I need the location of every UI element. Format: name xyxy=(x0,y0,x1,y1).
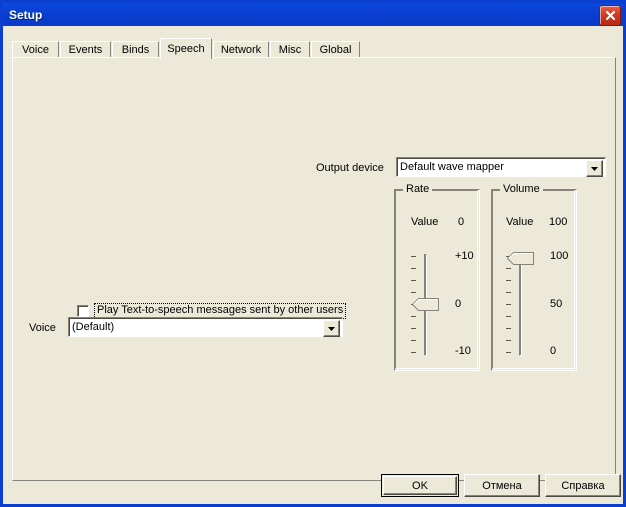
voice-combobox[interactable]: (Default) xyxy=(68,317,343,337)
tab-page-speech: Output device Default wave mapper Play T… xyxy=(12,57,616,481)
rate-group-title: Rate xyxy=(403,183,433,195)
volume-value: 100 xyxy=(549,216,568,228)
rate-groupbox: Rate Value 0 +10 0 -10 xyxy=(394,183,480,371)
tab-network[interactable]: Network xyxy=(213,41,269,58)
help-button-label: Справка xyxy=(561,479,605,492)
volume-slider-ticks xyxy=(506,254,513,356)
rate-value: 0 xyxy=(458,216,465,228)
tab-voice[interactable]: Voice xyxy=(12,41,59,58)
window-title: Setup xyxy=(9,7,43,22)
ok-button-inner: OK xyxy=(383,476,457,495)
ok-button-label: OK xyxy=(412,479,428,492)
volume-slider-track[interactable] xyxy=(519,254,522,356)
output-device-label: Output device xyxy=(316,162,384,174)
tab-binds[interactable]: Binds xyxy=(112,41,159,58)
tab-speech[interactable]: Speech xyxy=(160,38,212,59)
title-bar[interactable]: Setup xyxy=(3,3,623,26)
play-tts-checkbox[interactable] xyxy=(77,305,89,317)
tab-label: Misc xyxy=(278,44,302,56)
tab-label: Global xyxy=(319,44,352,56)
tab-strip: Voice Events Binds Speech Network Misc G… xyxy=(12,38,616,59)
volume-scale-mid: 50 xyxy=(550,298,563,310)
tab-misc[interactable]: Misc xyxy=(270,41,310,58)
tab-label: Voice xyxy=(22,44,49,56)
rate-scale-top: +10 xyxy=(455,250,474,262)
volume-value-label: Value xyxy=(506,216,534,228)
rate-scale-mid: 0 xyxy=(455,298,462,310)
output-device-value: Default wave mapper xyxy=(400,161,504,173)
tab-label: Network xyxy=(220,44,262,56)
output-device-combobox[interactable]: Default wave mapper xyxy=(396,157,606,177)
help-button[interactable]: Справка xyxy=(545,474,621,497)
tab-label: Events xyxy=(68,44,103,56)
volume-slider-thumb[interactable] xyxy=(507,252,534,265)
volume-scale-top: 100 xyxy=(550,250,569,262)
ok-button[interactable]: OK xyxy=(381,474,459,497)
rate-slider[interactable]: +10 0 -10 xyxy=(411,250,474,357)
cancel-button-label: Отмена xyxy=(482,479,522,492)
rate-value-label: Value xyxy=(411,216,439,228)
volume-group-title: Volume xyxy=(500,183,543,195)
volume-slider[interactable]: 100 50 0 xyxy=(506,250,568,357)
cancel-button[interactable]: Отмена xyxy=(464,474,540,497)
dialog-client-area: Voice Events Binds Speech Network Misc G… xyxy=(3,26,623,504)
chevron-down-icon[interactable] xyxy=(323,320,340,337)
rate-slider-thumb[interactable] xyxy=(412,298,439,311)
setup-dialog-window: Setup Voice Events Binds Speech Network … xyxy=(0,0,626,507)
voice-value: (Default) xyxy=(72,321,115,333)
rate-scale-bottom: -10 xyxy=(455,345,471,357)
volume-scale-bottom: 0 xyxy=(550,345,557,357)
tab-label: Binds xyxy=(121,44,150,56)
tab-label: Speech xyxy=(167,43,205,55)
voice-label: Voice xyxy=(29,322,56,334)
tab-events[interactable]: Events xyxy=(60,41,111,58)
volume-groupbox: Volume Value 100 100 50 0 xyxy=(491,183,577,371)
tab-global[interactable]: Global xyxy=(311,41,360,58)
chevron-down-icon[interactable] xyxy=(586,160,603,177)
close-icon[interactable] xyxy=(599,5,621,26)
